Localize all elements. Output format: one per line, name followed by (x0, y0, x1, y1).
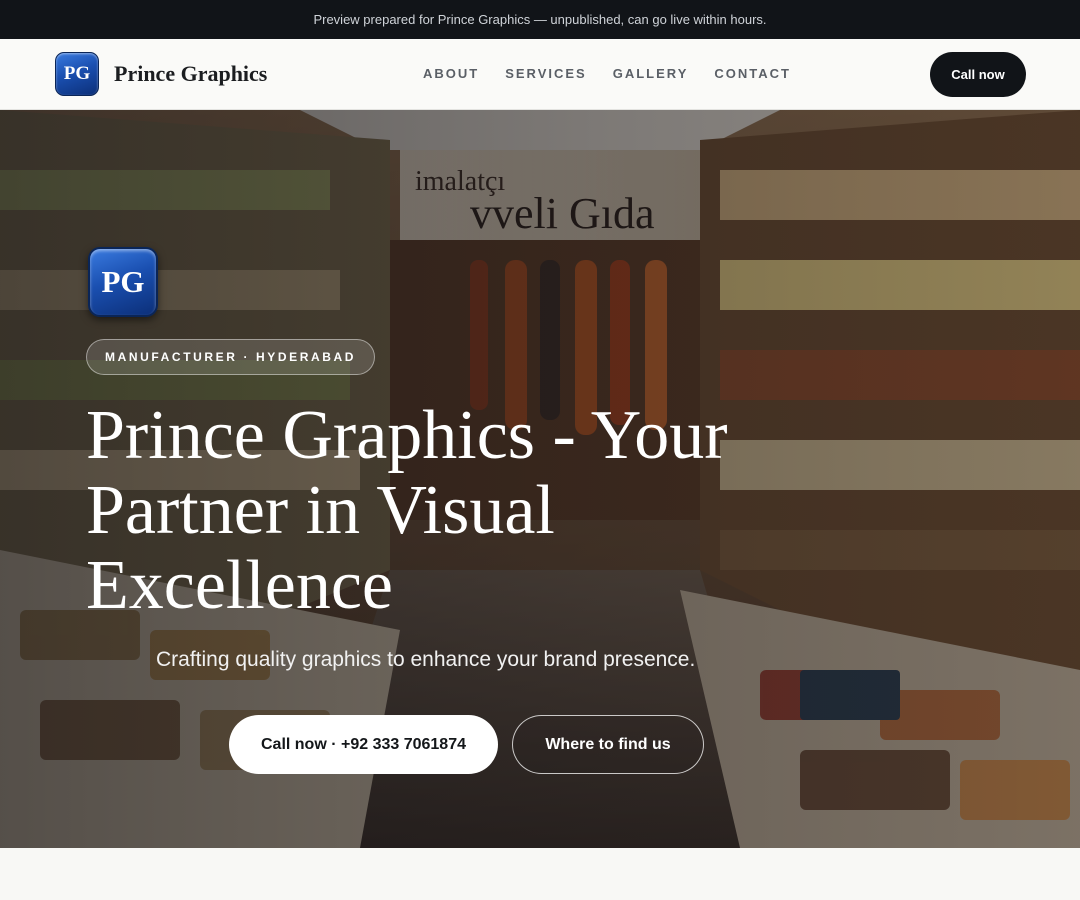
brand-name: Prince Graphics (114, 61, 268, 86)
brand-logo-icon: PG (55, 52, 99, 96)
site-header: PG Prince Graphics ABOUT SERVICES GALLER… (0, 39, 1080, 110)
header-call-button[interactable]: Call now (930, 52, 1026, 97)
nav-link-contact[interactable]: CONTACT (714, 66, 791, 81)
hero-headline: Prince Graphics - Your Partner in Visual… (86, 397, 728, 624)
hero-subheadline: Crafting quality graphics to enhance you… (156, 648, 696, 671)
main-nav: ABOUT SERVICES GALLERY CONTACT (423, 66, 791, 81)
brand[interactable]: PG Prince Graphics (55, 52, 267, 96)
hero-logo-icon: PG (88, 247, 158, 317)
announcement-text: Preview prepared for Prince Graphics — u… (313, 12, 767, 27)
nav-link-gallery[interactable]: GALLERY (613, 66, 689, 81)
announcement-bar: Preview prepared for Prince Graphics — u… (0, 0, 1080, 39)
call-now-button[interactable]: Call now · +92 333 7061874 (229, 715, 498, 774)
nav-link-about[interactable]: ABOUT (423, 66, 479, 81)
find-us-button[interactable]: Where to find us (512, 715, 704, 774)
category-badge: MANUFACTURER · HYDERABAD (86, 339, 376, 375)
nav-link-services[interactable]: SERVICES (505, 66, 587, 81)
hero-section: imalatçı vveli Gıda (0, 110, 1080, 848)
